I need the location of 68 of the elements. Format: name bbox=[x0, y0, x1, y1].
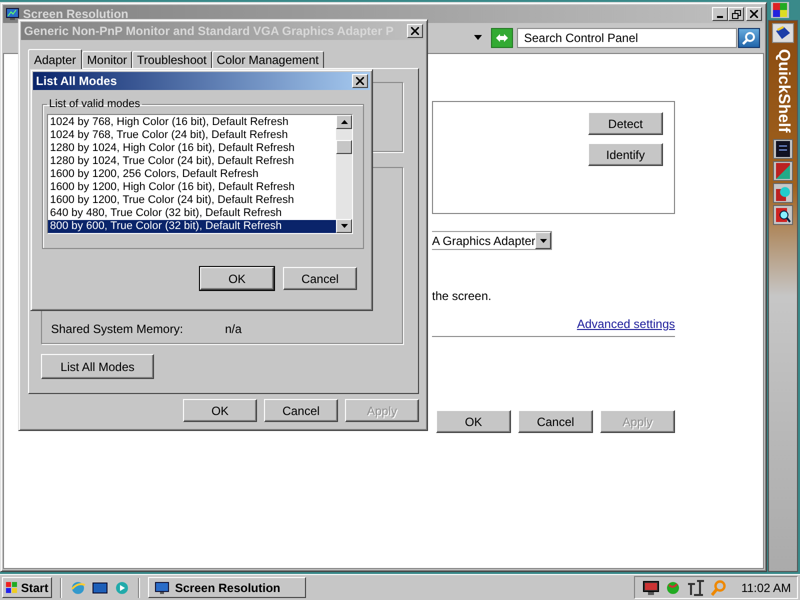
globe-icon[interactable] bbox=[773, 182, 793, 203]
arrows-icon bbox=[494, 32, 510, 44]
dialog-button[interactable]: OK bbox=[183, 399, 257, 422]
mode-item[interactable]: 640 by 480, True Color (32 bit), Default Refresh bbox=[48, 207, 336, 220]
dialog-button[interactable]: Cancel bbox=[264, 399, 338, 422]
window-title: Screen Resolution bbox=[23, 7, 130, 21]
globe-icon[interactable] bbox=[665, 580, 682, 596]
close-button[interactable] bbox=[746, 7, 762, 21]
tab[interactable]: Monitor bbox=[82, 51, 132, 68]
mode-item[interactable]: 1600 by 1200, High Color (16 bit), Default Refresh bbox=[48, 181, 336, 194]
media-icon[interactable] bbox=[114, 580, 130, 596]
search-icon[interactable] bbox=[773, 204, 793, 225]
monitor-icon[interactable] bbox=[643, 580, 660, 594]
close-button[interactable] bbox=[352, 74, 368, 88]
taskbar-button[interactable]: Screen Resolution bbox=[148, 577, 306, 598]
dialog-button[interactable]: Cancel bbox=[283, 267, 357, 290]
restore-button[interactable] bbox=[728, 7, 744, 21]
down-arrow-icon bbox=[340, 224, 348, 228]
notebook-icon[interactable] bbox=[773, 138, 793, 159]
group-label: List of valid modes bbox=[48, 98, 142, 110]
dialog-button[interactable]: OK bbox=[200, 267, 274, 290]
clock: 11:02 AM bbox=[741, 580, 791, 594]
desktop-icon[interactable] bbox=[92, 580, 108, 596]
mode-item[interactable]: 1024 by 768, True Color (24 bit), Default Refresh bbox=[48, 129, 336, 142]
search-button[interactable] bbox=[738, 28, 760, 48]
up-arrow-icon bbox=[340, 120, 348, 124]
close-icon bbox=[356, 77, 364, 85]
mode-item[interactable]: 1600 by 1200, 256 Colors, Default Refresh bbox=[48, 168, 336, 181]
dropdown-button[interactable] bbox=[535, 232, 551, 249]
refresh-button[interactable] bbox=[491, 28, 513, 48]
monitor-icon bbox=[155, 582, 169, 594]
mode-item[interactable]: 800 by 600, True Color (32 bit), Default Refresh bbox=[48, 220, 336, 233]
close-icon bbox=[411, 27, 419, 35]
hint-text: the screen. bbox=[432, 289, 492, 303]
caret-icon bbox=[540, 238, 547, 242]
display-dropdown[interactable]: A Graphics Adapter bbox=[432, 231, 552, 250]
mode-item[interactable]: 1024 by 768, High Color (16 bit), Default Refresh bbox=[48, 116, 336, 129]
search-field[interactable]: Search Control Panel bbox=[517, 28, 737, 48]
scrollbar[interactable] bbox=[336, 115, 352, 233]
mode-item[interactable]: 1280 by 1024, High Color (16 bit), Default Refresh bbox=[48, 142, 336, 155]
start-button[interactable]: Start bbox=[2, 577, 52, 598]
dialog-title: List All Modes bbox=[36, 74, 118, 88]
tab[interactable]: Color Management bbox=[212, 51, 324, 68]
dialog-button[interactable]: Cancel bbox=[518, 410, 593, 433]
tab[interactable]: Adapter bbox=[28, 49, 82, 69]
monitor-icon bbox=[6, 8, 19, 20]
scroll-up-button[interactable] bbox=[336, 115, 352, 129]
panel-button[interactable]: Detect bbox=[588, 112, 663, 135]
mode-item[interactable]: 1280 by 1024, True Color (24 bit), Default Refresh bbox=[48, 155, 336, 168]
minimize-button[interactable] bbox=[712, 7, 728, 21]
search-icon bbox=[742, 31, 756, 45]
dialog-button[interactable]: OK bbox=[436, 410, 511, 433]
memory-label: Shared System Memory: bbox=[51, 322, 184, 336]
windows-logo-icon bbox=[5, 581, 19, 594]
dropdown-arrow-icon[interactable] bbox=[473, 35, 483, 41]
advanced-settings-link[interactable]: Advanced settings bbox=[576, 317, 675, 331]
close-button[interactable] bbox=[407, 24, 423, 38]
restore-icon bbox=[732, 10, 740, 18]
memory-value: n/a bbox=[225, 322, 242, 336]
quickshelf-title: QuickShelf bbox=[774, 48, 792, 135]
scroll-thumb[interactable] bbox=[336, 140, 352, 154]
mode-item[interactable]: 1600 by 1200, True Color (24 bit), Default Refresh bbox=[48, 194, 336, 207]
tab[interactable]: Troubleshoot bbox=[132, 51, 212, 68]
scroll-down-button[interactable] bbox=[336, 219, 352, 233]
list-all-modes-button[interactable]: List All Modes bbox=[41, 354, 154, 379]
panel-button[interactable]: Identify bbox=[588, 143, 663, 166]
close-icon bbox=[750, 10, 758, 18]
app-icon[interactable] bbox=[771, 2, 789, 18]
